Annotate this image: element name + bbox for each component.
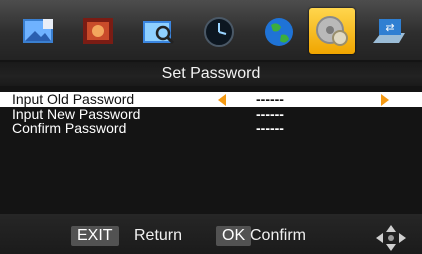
left-arrow-icon[interactable] — [218, 94, 226, 106]
confirm-password-label: Confirm Password — [12, 120, 127, 136]
old-password-label: Input Old Password — [12, 91, 135, 107]
ok-hint-label: Confirm — [250, 227, 307, 244]
picture-icon[interactable] — [16, 8, 62, 54]
usb-icon[interactable]: ⇄ — [366, 8, 412, 54]
navigation-arrows-icon — [376, 225, 406, 251]
clock-icon[interactable] — [196, 8, 242, 54]
settings-screen: ⇄ Set Password Input Old Password ------… — [0, 0, 422, 254]
right-arrow-icon[interactable] — [381, 94, 389, 106]
settings-disc-icon[interactable] — [309, 8, 355, 54]
menu-icon-bar: ⇄ — [0, 0, 422, 60]
exit-hint-label: Return — [134, 227, 183, 244]
image-icon[interactable] — [76, 8, 122, 54]
footer-hints: EXIT Return OK Confirm — [0, 214, 422, 254]
confirm-password-row[interactable]: Confirm Password ------ — [0, 121, 422, 135]
exit-key[interactable]: EXIT — [71, 226, 119, 246]
page-title: Set Password — [0, 62, 422, 86]
old-password-value[interactable]: ------ — [256, 92, 284, 106]
search-icon[interactable] — [136, 8, 182, 54]
svg-text:⇄: ⇄ — [385, 21, 394, 34]
old-password-row[interactable]: Input Old Password ------ — [0, 92, 422, 107]
new-password-row[interactable]: Input New Password ------ — [0, 107, 422, 121]
ok-key[interactable]: OK — [216, 226, 252, 246]
confirm-password-value[interactable]: ------ — [256, 121, 284, 135]
globe-icon[interactable] — [256, 8, 302, 54]
new-password-value[interactable]: ------ — [256, 107, 284, 121]
new-password-label: Input New Password — [12, 106, 141, 122]
